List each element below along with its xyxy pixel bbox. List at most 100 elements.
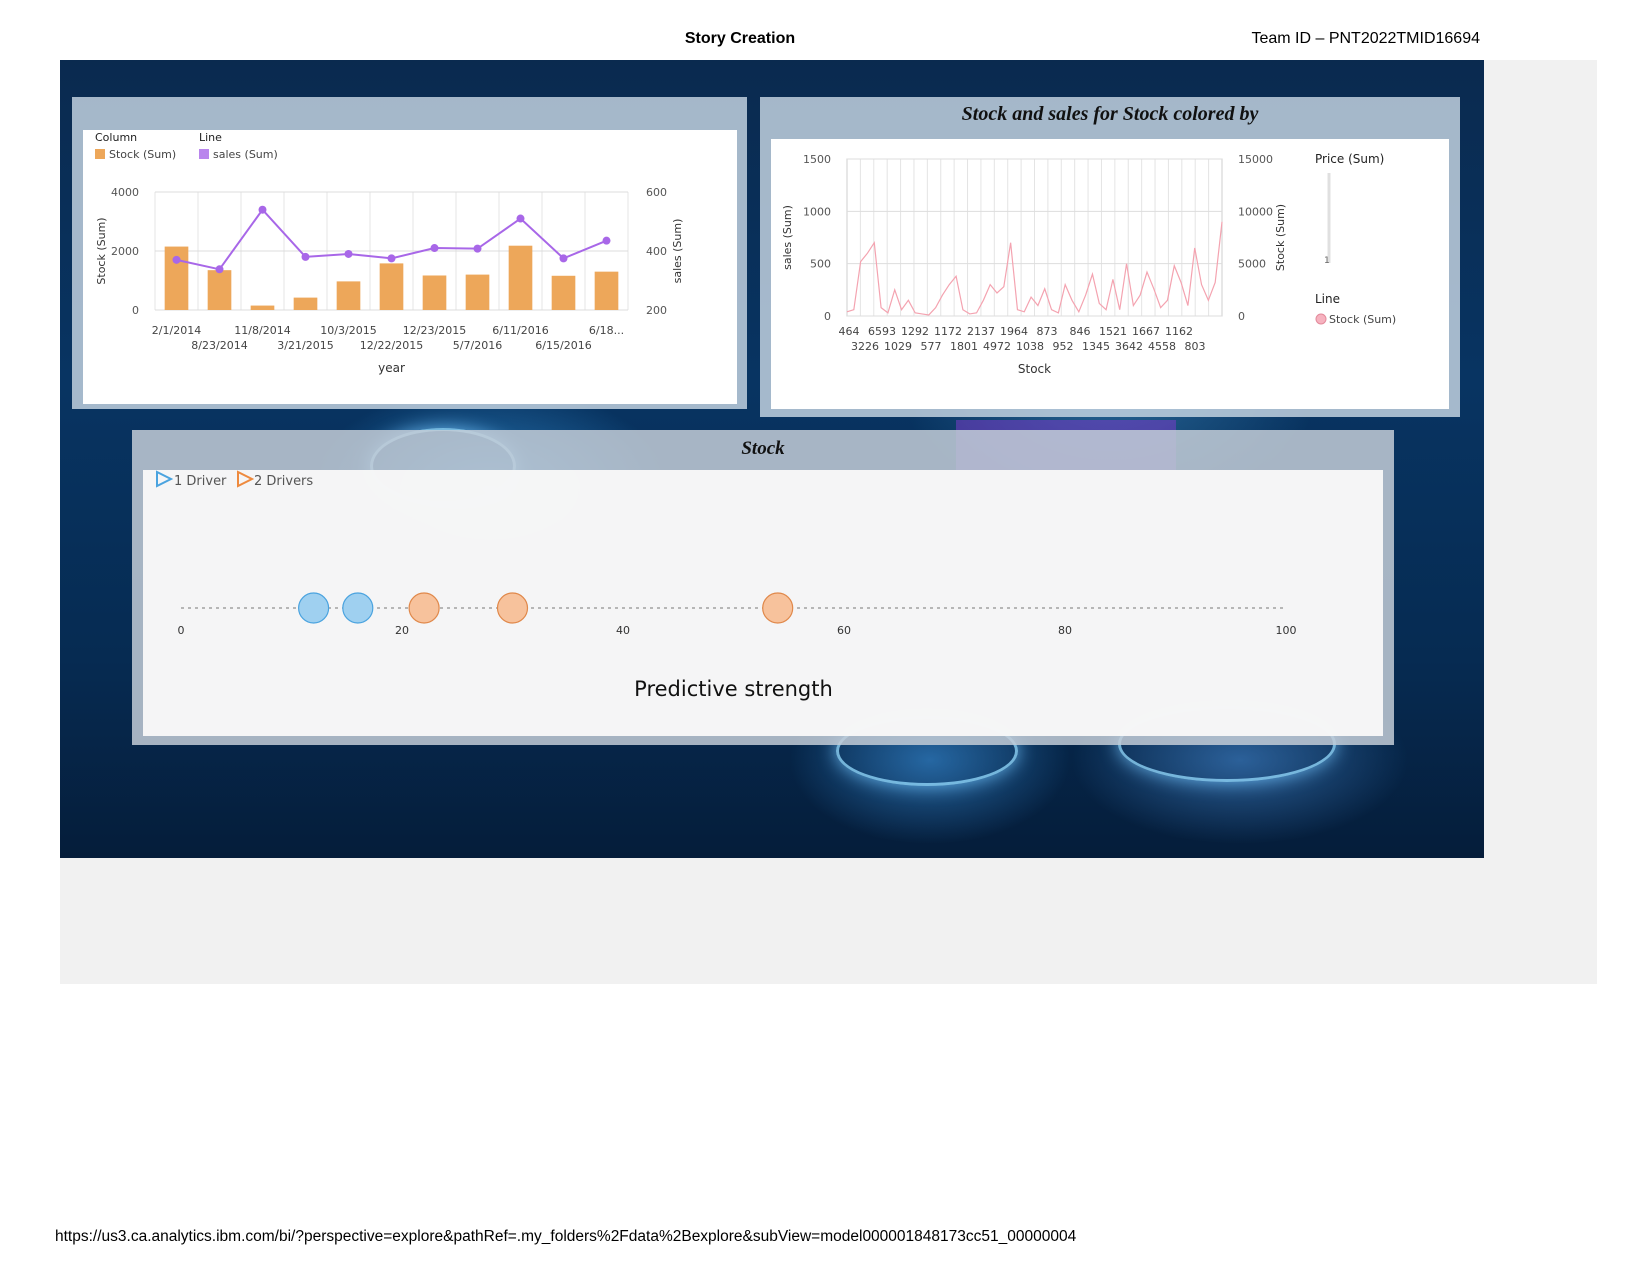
driver-point-2-drivers: [408, 592, 440, 624]
point-sales: [215, 265, 224, 274]
y2-axis-title: sales (Sum): [671, 219, 684, 284]
x-tick-label: 11/8/2014: [234, 324, 290, 337]
y-tick-label: 0: [132, 304, 139, 317]
y2-tick-label: 10000: [1238, 205, 1273, 218]
y2-tick-label: 400: [646, 245, 667, 258]
legend-line-header: Line: [199, 131, 222, 144]
y2-tick-label: 5000: [1238, 258, 1266, 271]
point-sales: [344, 249, 353, 258]
legend-item-stock: Stock (Sum): [109, 148, 176, 161]
x-tick-label: 1801: [950, 340, 978, 353]
driver-point-2-drivers: [762, 592, 794, 624]
y2-tick-label: 0: [1238, 310, 1245, 323]
y-tick-label: 1000: [803, 205, 831, 218]
point-sales: [559, 254, 568, 263]
legend-price-value: 1: [1324, 256, 1330, 266]
driver1-legend-icon: [156, 470, 174, 488]
x-tick-label: 1162: [1165, 325, 1193, 338]
combo-chart-widget[interactable]: Column Stock (Sum) Line sales (Sum) 4000 2000…: [83, 130, 737, 404]
bar-stock: [293, 297, 318, 310]
page-title: Story Creation: [684, 30, 796, 47]
bar-stock: [465, 274, 490, 310]
legend-swatch-sales: [199, 149, 209, 159]
y-axis-title: Stock (Sum): [95, 217, 108, 284]
x-tick-label: 6/18...: [589, 324, 624, 337]
x-tick-label: 6593: [868, 325, 896, 338]
legend-item-1-driver: 1 Driver: [174, 474, 227, 489]
point-sales: [387, 254, 396, 263]
legend-price-header: Price (Sum): [1315, 152, 1384, 166]
x-tick-label: 6/11/2016: [492, 324, 548, 337]
point-sales: [301, 252, 310, 261]
legend-line-header: Line: [1315, 292, 1340, 306]
bar-stock: [379, 263, 404, 310]
x-tick-label: 846: [1070, 325, 1091, 338]
x-tick-label: 4972: [983, 340, 1011, 353]
y2-tick-label: 200: [646, 304, 667, 317]
x-axis-title: Stock: [1018, 362, 1051, 376]
x-tick-label: 5/7/2016: [453, 339, 502, 352]
bar-stock: [551, 275, 576, 310]
x-tick-label: 1964: [1000, 325, 1028, 338]
x-tick-label: 1292: [901, 325, 929, 338]
bar-stock: [594, 271, 619, 310]
driver-panel: Stock 1 Driver 2 Drivers 0 20 40 60 80 100 Predi…: [132, 430, 1394, 745]
bar-stock: [336, 281, 361, 310]
y-tick-label: 4000: [111, 186, 139, 199]
x-tick-label: 6/15/2016: [535, 339, 591, 352]
x-tick-label: 1667: [1132, 325, 1160, 338]
y-tick-label: 1500: [803, 153, 831, 166]
line-chart-panel: Stock and sales for Stock colored by 150…: [760, 97, 1460, 417]
x-tick-label: 2137: [967, 325, 995, 338]
y-tick-label: 2000: [111, 245, 139, 258]
x-tick-label: 12/23/2015: [403, 324, 466, 337]
x-tick-label: 100: [1276, 624, 1297, 637]
x-tick-label: 464: [839, 325, 860, 338]
x-tick-label: 1345: [1082, 340, 1110, 353]
x-tick-label: 1172: [934, 325, 962, 338]
point-sales: [430, 244, 439, 253]
legend-item-stock: Stock (Sum): [1329, 313, 1396, 326]
x-tick-label: 40: [616, 624, 630, 637]
y2-tick-label: 15000: [1238, 153, 1273, 166]
page-url: https://us3.ca.analytics.ibm.com/bi/?per…: [55, 1228, 1077, 1245]
x-tick-label: 60: [837, 624, 851, 637]
x-tick-label: 873: [1037, 325, 1058, 338]
y-tick-label: 0: [824, 310, 831, 323]
x-axis-title: year: [378, 361, 405, 375]
driver-chart-widget[interactable]: 1 Driver 2 Drivers 0 20 40 60 80 100 Predictive …: [143, 470, 1383, 736]
x-tick-label: 2/1/2014: [152, 324, 201, 337]
x-tick-label: 4558: [1148, 340, 1176, 353]
driver2-legend-icon: [237, 470, 255, 488]
stock-sales-chart: 150010005000150001000050000464 6593 1292 11…: [781, 152, 1396, 376]
x-tick-label: 803: [1185, 340, 1206, 353]
point-sales: [172, 255, 181, 264]
x-axis-title: Predictive strength: [634, 677, 833, 701]
point-sales: [516, 214, 525, 223]
team-id: Team ID – PNT2022TMID16694: [1251, 30, 1480, 47]
x-tick-label: 0: [178, 624, 185, 637]
driver-point-1-driver: [298, 592, 330, 624]
driver-panel-title: Stock: [741, 438, 785, 459]
legend-swatch-stock: [1315, 313, 1327, 325]
y2-tick-label: 600: [646, 186, 667, 199]
x-tick-label: 952: [1053, 340, 1074, 353]
combo-chart: ColumnStock (Sum)Linesales (Sum)40002000…: [95, 131, 684, 375]
bar-stock: [250, 305, 275, 310]
bar-stock: [508, 245, 533, 310]
legend-column-header: Column: [95, 131, 137, 144]
x-tick-label: 1029: [884, 340, 912, 353]
x-tick-label: 10/3/2015: [320, 324, 376, 337]
x-tick-label: 3642: [1115, 340, 1143, 353]
x-tick-label: 80: [1058, 624, 1072, 637]
x-tick-label: 577: [921, 340, 942, 353]
x-tick-label: 20: [395, 624, 409, 637]
driver-point-1-driver: [342, 592, 374, 624]
point-sales: [473, 244, 482, 253]
legend-swatch-stock: [95, 149, 105, 159]
line-chart-widget[interactable]: 1500 1000 500 0 15000 10000 5000 0 464 6593 1292 11…: [771, 139, 1449, 409]
x-tick-label: 1038: [1016, 340, 1044, 353]
y-axis-title: sales (Sum): [781, 205, 794, 270]
x-tick-label: 3226: [851, 340, 879, 353]
x-tick-label: 12/22/2015: [360, 339, 423, 352]
